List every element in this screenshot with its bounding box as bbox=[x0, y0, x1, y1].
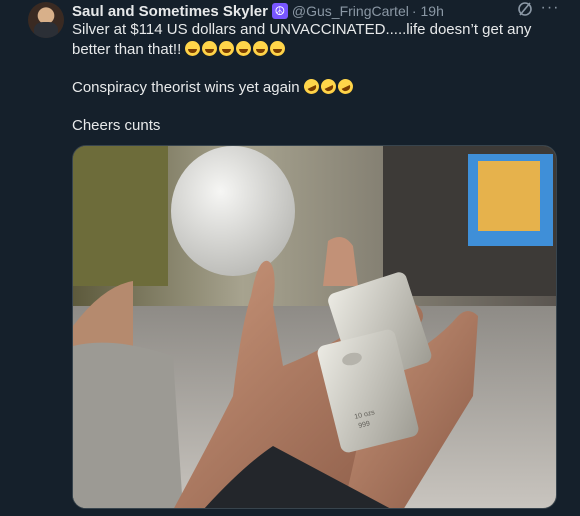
joy-emoji-icon bbox=[270, 41, 286, 56]
rofl-emoji-icon bbox=[318, 76, 339, 97]
tweet-text: Silver at $114 US dollars and UNVACCINAT… bbox=[72, 20, 562, 136]
tweet-header: Saul and Sometimes Skyler ☮ @Gus_FringCa… bbox=[72, 2, 444, 20]
tweet-line-2: Conspiracy theorist wins yet again bbox=[72, 76, 562, 98]
tweet-line-1-text: Silver at $114 US dollars and UNVACCINAT… bbox=[72, 21, 532, 58]
tweet-photo[interactable]: 10 ozs 999 bbox=[72, 145, 557, 509]
more-options-icon[interactable]: ··· bbox=[540, 0, 560, 19]
joy-emoji-icon bbox=[202, 41, 218, 56]
tweet-line-3: Cheers cunts bbox=[72, 117, 161, 134]
author-handle[interactable]: @Gus_FringCartel bbox=[292, 3, 409, 19]
separator: · bbox=[411, 3, 417, 19]
rofl-emoji-icon bbox=[301, 76, 322, 97]
author-name[interactable]: Saul and Sometimes Skyler bbox=[72, 3, 268, 20]
joy-emoji-icon bbox=[219, 41, 235, 56]
tweet-line-2-text: Conspiracy theorist wins yet again bbox=[72, 79, 300, 96]
avatar[interactable] bbox=[28, 2, 64, 38]
peace-sign-icon: ☮ bbox=[271, 3, 288, 19]
joy-emoji-icon bbox=[253, 41, 269, 56]
timestamp[interactable]: 19h bbox=[421, 3, 444, 19]
tweet-line-1: Silver at $114 US dollars and UNVACCINAT… bbox=[72, 20, 562, 60]
joy-emoji-icon bbox=[185, 41, 201, 56]
tweet[interactable]: Saul and Sometimes Skyler ☮ @Gus_FringCa… bbox=[0, 0, 580, 516]
rofl-emoji-icon bbox=[335, 76, 356, 97]
joy-emoji-icon bbox=[236, 41, 252, 56]
grok-icon[interactable] bbox=[516, 1, 534, 19]
